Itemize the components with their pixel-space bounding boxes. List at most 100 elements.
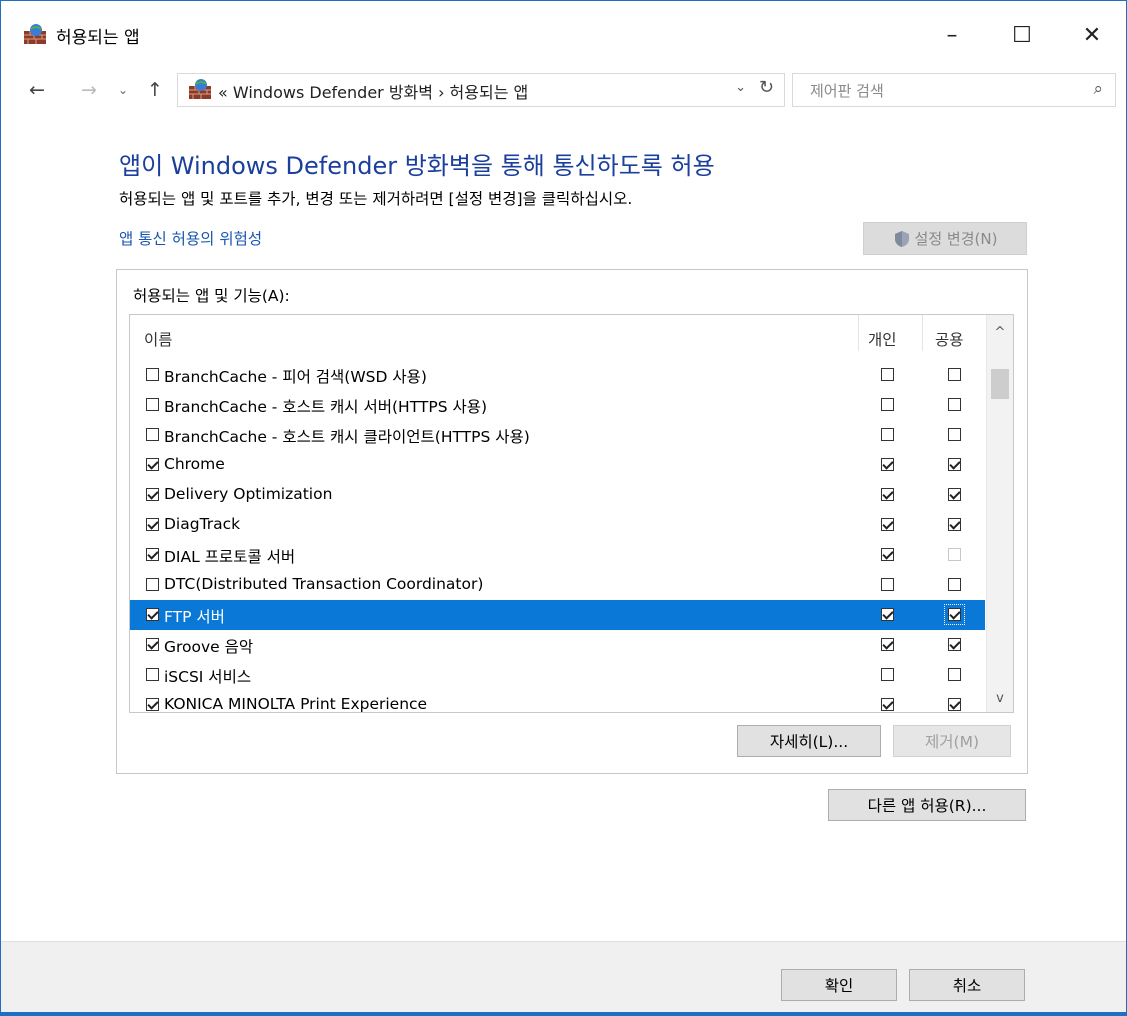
app-enabled-checkbox[interactable] bbox=[146, 398, 159, 411]
column-header-public[interactable]: 공용 bbox=[935, 328, 964, 350]
chevron-down-icon[interactable]: v bbox=[987, 691, 1013, 706]
allow-other-app-button[interactable]: 다른 앱 허용(R)... bbox=[828, 789, 1026, 821]
table-row[interactable]: FTP 서버 bbox=[130, 600, 985, 630]
private-network-checkbox[interactable] bbox=[881, 608, 894, 621]
app-enabled-checkbox[interactable] bbox=[146, 668, 159, 681]
dialog-window: 허용되는 앱 – ☐ ✕ ← → ⌄ ↑ « Windows Defender … bbox=[0, 0, 1127, 1016]
private-network-checkbox[interactable] bbox=[881, 398, 894, 411]
details-button[interactable]: 자세히(L)... bbox=[737, 725, 881, 757]
table-row[interactable]: Delivery Optimization bbox=[130, 480, 985, 510]
table-row[interactable]: BranchCache - 피어 검색(WSD 사용) bbox=[130, 360, 985, 390]
app-enabled-checkbox[interactable] bbox=[146, 578, 159, 591]
app-enabled-checkbox[interactable] bbox=[146, 608, 159, 621]
minimize-button[interactable]: – bbox=[929, 15, 975, 55]
public-network-checkbox[interactable] bbox=[948, 398, 961, 411]
public-network-checkbox[interactable] bbox=[948, 698, 961, 711]
change-settings-button[interactable]: 설정 변경(N) bbox=[863, 222, 1027, 255]
close-button[interactable]: ✕ bbox=[1069, 15, 1115, 55]
table-row[interactable]: KONICA MINOLTA Print Experience bbox=[130, 690, 985, 713]
shield-icon bbox=[894, 230, 909, 247]
private-network-checkbox[interactable] bbox=[881, 578, 894, 591]
page-subtitle: 허용되는 앱 및 포트를 추가, 변경 또는 제거하려면 [설정 변경]을 클릭… bbox=[119, 190, 633, 208]
public-network-checkbox[interactable] bbox=[944, 604, 965, 625]
private-network-checkbox[interactable] bbox=[881, 368, 894, 381]
public-network-checkbox[interactable] bbox=[948, 668, 961, 681]
public-network-checkbox[interactable] bbox=[948, 638, 961, 651]
private-network-checkbox[interactable] bbox=[881, 518, 894, 531]
app-enabled-checkbox[interactable] bbox=[146, 428, 159, 441]
table-row[interactable]: BranchCache - 호스트 캐시 서버(HTTPS 사용) bbox=[130, 390, 985, 420]
recent-locations-chevron-icon[interactable]: ⌄ bbox=[109, 77, 137, 103]
private-network-checkbox[interactable] bbox=[881, 698, 894, 711]
app-name: DIAL 프로토콜 서버 bbox=[164, 548, 296, 566]
private-network-checkbox[interactable] bbox=[881, 428, 894, 441]
search-input[interactable]: 제어판 검색 ⌕ bbox=[792, 73, 1116, 107]
table-row[interactable]: iSCSI 서비스 bbox=[130, 660, 985, 690]
app-enabled-checkbox[interactable] bbox=[146, 698, 159, 711]
table-row[interactable]: DIAL 프로토콜 서버 bbox=[130, 540, 985, 570]
address-toolbar: ← → ⌄ ↑ « Windows Defender 방화벽 › 허용되는 앱 … bbox=[1, 71, 1126, 109]
refresh-icon[interactable]: ↻ bbox=[759, 77, 774, 98]
up-arrow-icon[interactable]: ↑ bbox=[141, 77, 169, 103]
address-bar[interactable]: « Windows Defender 방화벽 › 허용되는 앱 ⌄ ↻ bbox=[177, 73, 785, 107]
column-header-private[interactable]: 개인 bbox=[868, 328, 897, 350]
risk-info-link[interactable]: 앱 통신 허용의 위험성 bbox=[119, 227, 262, 249]
app-name: Chrome bbox=[164, 455, 225, 473]
list-scrollbar[interactable]: ^ v bbox=[986, 315, 1013, 712]
private-network-checkbox[interactable] bbox=[881, 488, 894, 501]
maximize-button[interactable]: ☐ bbox=[999, 15, 1045, 55]
private-network-checkbox[interactable] bbox=[881, 668, 894, 681]
page-title: 앱이 Windows Defender 방화벽을 통해 통신하도록 허용 bbox=[119, 152, 715, 180]
app-name: FTP 서버 bbox=[164, 608, 225, 626]
breadcrumb[interactable]: « Windows Defender 방화벽 › 허용되는 앱 bbox=[218, 79, 528, 103]
app-enabled-checkbox[interactable] bbox=[146, 638, 159, 651]
forward-arrow-icon[interactable]: → bbox=[75, 77, 103, 103]
public-network-checkbox[interactable] bbox=[948, 368, 961, 381]
allowed-apps-label: 허용되는 앱 및 기능(A): bbox=[133, 287, 290, 305]
app-enabled-checkbox[interactable] bbox=[146, 458, 159, 471]
chevron-up-icon[interactable]: ^ bbox=[987, 325, 1013, 340]
public-network-checkbox[interactable] bbox=[948, 578, 961, 591]
app-name: BranchCache - 호스트 캐시 서버(HTTPS 사용) bbox=[164, 398, 488, 416]
private-network-checkbox[interactable] bbox=[881, 638, 894, 651]
allowed-apps-group: 허용되는 앱 및 기능(A): 이름 개인 공용 BranchCache - 피… bbox=[116, 269, 1028, 774]
remove-button[interactable]: 제거(M) bbox=[893, 725, 1011, 757]
public-network-checkbox[interactable] bbox=[948, 518, 961, 531]
allowed-apps-list: 이름 개인 공용 BranchCache - 피어 검색(WSD 사용) Bran… bbox=[129, 314, 1014, 713]
column-divider bbox=[858, 315, 859, 351]
table-row[interactable]: Chrome bbox=[130, 450, 985, 480]
app-enabled-checkbox[interactable] bbox=[146, 518, 159, 531]
table-row[interactable]: DiagTrack bbox=[130, 510, 985, 540]
column-divider bbox=[922, 315, 923, 351]
app-name: iSCSI 서비스 bbox=[164, 668, 252, 686]
column-header-name[interactable]: 이름 bbox=[144, 328, 173, 350]
public-network-checkbox[interactable] bbox=[948, 458, 961, 471]
back-arrow-icon[interactable]: ← bbox=[23, 77, 51, 103]
app-name: KONICA MINOLTA Print Experience bbox=[164, 695, 428, 713]
scrollbar-thumb[interactable] bbox=[991, 369, 1009, 399]
app-name: Delivery Optimization bbox=[164, 485, 333, 503]
app-name: Groove 음악 bbox=[164, 638, 254, 656]
table-row[interactable]: DTC(Distributed Transaction Coordinator) bbox=[130, 570, 985, 600]
app-rows: BranchCache - 피어 검색(WSD 사용) BranchCache -… bbox=[130, 360, 985, 713]
public-network-checkbox[interactable] bbox=[948, 488, 961, 501]
app-enabled-checkbox[interactable] bbox=[146, 488, 159, 501]
private-network-checkbox[interactable] bbox=[881, 548, 894, 561]
app-name: BranchCache - 피어 검색(WSD 사용) bbox=[164, 368, 427, 386]
app-enabled-checkbox[interactable] bbox=[146, 368, 159, 381]
ok-button[interactable]: 확인 bbox=[781, 969, 897, 1001]
app-name: DiagTrack bbox=[164, 515, 241, 533]
firewall-icon bbox=[189, 79, 211, 99]
search-icon[interactable]: ⌕ bbox=[1093, 79, 1103, 99]
public-network-checkbox[interactable] bbox=[948, 548, 961, 561]
cancel-button[interactable]: 취소 bbox=[909, 969, 1025, 1001]
firewall-icon bbox=[24, 24, 46, 44]
table-row[interactable]: BranchCache - 호스트 캐시 클라이언트(HTTPS 사용) bbox=[130, 420, 985, 450]
private-network-checkbox[interactable] bbox=[881, 458, 894, 471]
title-bar: 허용되는 앱 – ☐ ✕ bbox=[1, 1, 1126, 71]
list-header: 이름 개인 공용 bbox=[130, 315, 1013, 351]
table-row[interactable]: Groove 음악 bbox=[130, 630, 985, 660]
public-network-checkbox[interactable] bbox=[948, 428, 961, 441]
chevron-down-icon[interactable]: ⌄ bbox=[735, 80, 746, 95]
app-enabled-checkbox[interactable] bbox=[146, 548, 159, 561]
